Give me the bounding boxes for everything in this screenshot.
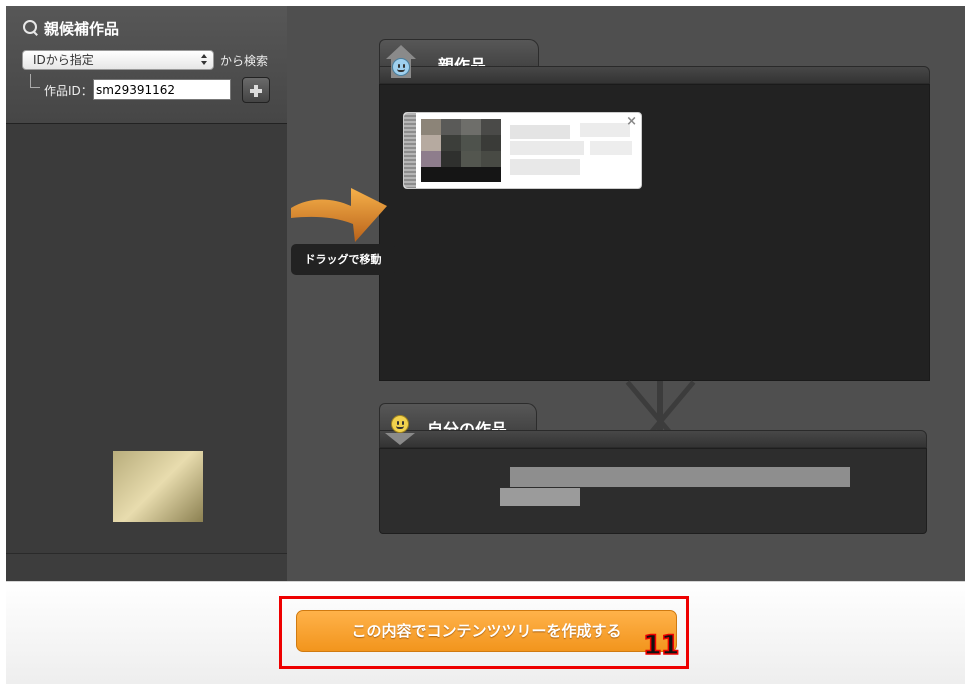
parent-up-arrow-icon [386, 45, 416, 81]
parent-works-bar [379, 66, 930, 84]
close-icon[interactable]: × [626, 114, 637, 129]
candidate-panel-footer [6, 553, 287, 581]
search-mode-select[interactable]: IDから指定 [22, 50, 214, 70]
step-number: 11 [642, 629, 680, 662]
smiley-yellow-icon [391, 415, 409, 433]
arrow-right-icon [291, 188, 387, 242]
own-down-arrow-icon [385, 411, 415, 447]
work-id-label: 作品ID： [44, 84, 93, 98]
add-button[interactable] [242, 77, 270, 103]
own-work-thumbnail [113, 451, 203, 522]
parent-work-card[interactable]: × [403, 112, 642, 189]
own-work-info-2 [500, 488, 580, 506]
search-label: から検索 [220, 54, 269, 68]
own-work-panel [379, 448, 927, 534]
drag-handle[interactable] [404, 113, 416, 188]
tree-connector [30, 74, 40, 88]
search-icon [22, 19, 40, 37]
candidate-panel-title: 親候補作品 [22, 18, 119, 38]
parent-work-thumbnail [421, 119, 501, 182]
create-content-tree-button[interactable]: この内容でコンテンツツリーを作成する [296, 610, 677, 652]
smiley-blue-icon [392, 58, 410, 76]
select-arrows-icon [201, 53, 208, 67]
own-work-bar [379, 430, 927, 448]
work-id-input[interactable] [93, 79, 231, 100]
candidate-panel-header: 親候補作品 IDから指定 から検索 作品ID： [6, 6, 287, 124]
own-work-info [510, 467, 850, 487]
candidate-title-text: 親候補作品 [44, 19, 120, 38]
drag-hint-label: ドラッグで移動 [291, 244, 395, 275]
tree-area: 親作品 [287, 6, 965, 581]
tree-connector-left [625, 380, 672, 435]
search-mode-value: IDから指定 [33, 53, 94, 67]
